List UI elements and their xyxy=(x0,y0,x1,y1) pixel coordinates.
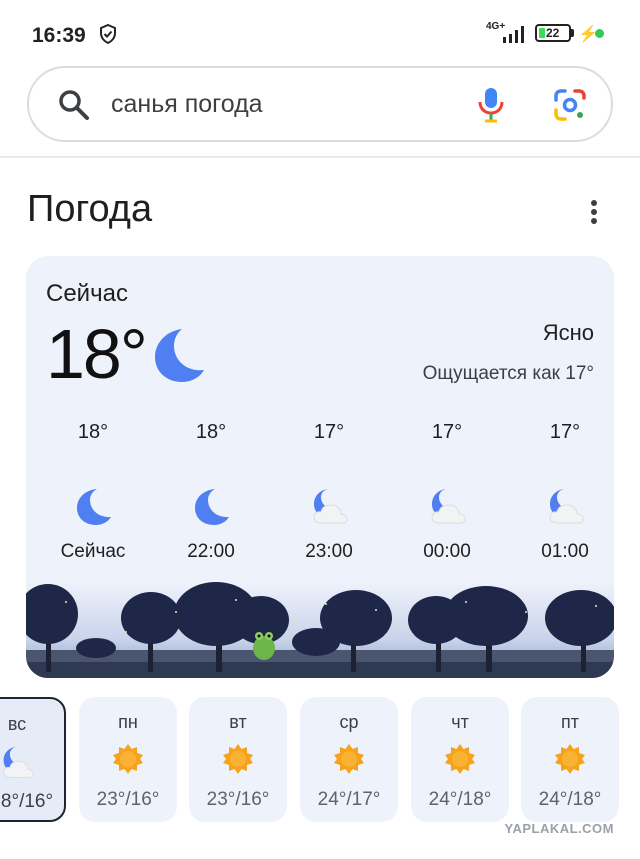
now-label: Сейчас xyxy=(46,280,128,307)
sun-icon xyxy=(223,744,253,774)
more-options-icon[interactable] xyxy=(590,199,598,225)
moon-icon xyxy=(195,489,229,525)
header-divider xyxy=(0,156,640,158)
moon-cloud-icon xyxy=(549,489,584,524)
search-bar[interactable]: санья погода xyxy=(27,66,613,142)
weather-condition: Ясно xyxy=(542,320,594,345)
weather-title: Погода xyxy=(27,188,153,230)
day-temps: 24°/18° xyxy=(538,789,602,810)
hourly-time: 23:00 xyxy=(305,541,353,562)
moon-cloud-icon xyxy=(3,746,34,778)
hourly-temp: 17° xyxy=(431,421,463,443)
day-card-selected[interactable]: вс 8°/16° xyxy=(0,697,66,822)
hourly-item[interactable]: 17° 23:00 xyxy=(274,421,384,562)
night-scene-illustration xyxy=(26,582,614,678)
current-temperature: 18° xyxy=(46,315,148,393)
sun-icon xyxy=(445,744,475,774)
day-name: пн xyxy=(118,712,138,732)
status-time: 16:39 xyxy=(32,24,86,47)
moon-cloud-icon xyxy=(431,489,466,524)
hourly-item[interactable]: 17° 01:00 xyxy=(510,421,614,562)
sun-icon xyxy=(555,744,585,774)
hourly-item[interactable]: 17° 00:00 xyxy=(392,421,502,562)
mic-icon[interactable] xyxy=(477,86,505,124)
day-card[interactable]: пт 24°/18° xyxy=(521,697,619,822)
day-name: пт xyxy=(561,712,579,732)
day-temps: 24°/17° xyxy=(317,789,381,810)
day-name: вс xyxy=(7,714,27,734)
day-card[interactable]: ср 24°/17° xyxy=(300,697,398,822)
day-temps: 23°/16° xyxy=(206,789,270,810)
moon-icon xyxy=(155,329,204,382)
watermark: YAPLAKAL.COM xyxy=(504,821,614,836)
day-card[interactable]: вт 23°/16° xyxy=(189,697,287,822)
weather-card[interactable]: Сейчас 18° Ясно Ощущается как 17° 18° Се… xyxy=(26,256,614,678)
lens-icon[interactable] xyxy=(553,88,587,122)
frog-mascot xyxy=(253,632,275,660)
battery-icon: 22 xyxy=(535,24,571,42)
battery-level: 22 xyxy=(546,26,560,40)
hourly-time: Сейчас xyxy=(60,541,126,562)
day-name: чт xyxy=(451,712,469,732)
day-name: ср xyxy=(339,712,359,732)
sun-icon xyxy=(334,744,364,774)
day-temps: 23°/16° xyxy=(96,789,160,810)
moon-cloud-icon xyxy=(313,489,348,524)
hourly-temp: 18° xyxy=(77,421,109,443)
day-card[interactable]: пн 23°/16° xyxy=(79,697,177,822)
shield-icon xyxy=(100,24,116,44)
hourly-time: 22:00 xyxy=(187,541,235,562)
moon-icon xyxy=(77,489,111,525)
search-icon[interactable] xyxy=(57,88,91,122)
signal-icon xyxy=(503,26,524,43)
feels-like: Ощущается как 17° xyxy=(422,363,594,384)
hourly-time: 00:00 xyxy=(423,541,471,562)
day-temps: 8°/16° xyxy=(0,791,54,812)
hourly-item[interactable]: 18° 22:00 xyxy=(156,421,266,562)
day-name: вт xyxy=(229,712,247,732)
privacy-dot-icon xyxy=(595,29,604,38)
hourly-item[interactable]: 18° Сейчас xyxy=(38,421,148,562)
day-temps: 24°/18° xyxy=(428,789,492,810)
hourly-temp: 18° xyxy=(195,421,227,443)
status-bar: 16:39 4G+ 22 ⚡ xyxy=(0,0,640,64)
search-input[interactable]: санья погода xyxy=(111,90,263,119)
day-card[interactable]: чт 24°/18° xyxy=(411,697,509,822)
hourly-time: 01:00 xyxy=(541,541,589,562)
hourly-temp: 17° xyxy=(313,421,345,443)
hourly-temp: 17° xyxy=(549,421,581,443)
sun-icon xyxy=(113,744,143,774)
